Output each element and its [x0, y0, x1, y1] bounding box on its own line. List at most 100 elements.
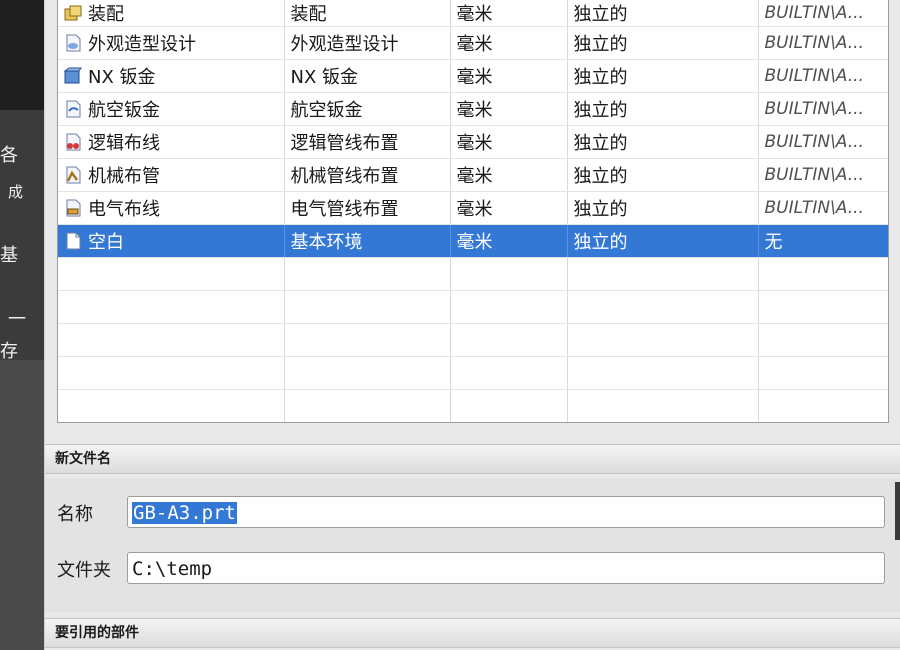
- empty-cell: [58, 323, 285, 357]
- empty-cell: [567, 257, 759, 291]
- background-text-2: 成: [8, 183, 24, 201]
- referenced-part-header-label: 要引用的部件: [55, 625, 139, 641]
- new-file-dialog: 装配 装配 毫米 独立的 BUILTIN\A... 外观造型设计 外观造型设计 毫米 独立的 BU…: [44, 0, 900, 650]
- template-name-cell-text: 逻辑布线: [88, 133, 160, 154]
- background-text-3: 基: [0, 245, 18, 266]
- background-text-4: 一: [8, 309, 26, 330]
- empty-row: [58, 389, 888, 422]
- template-name-cell-text: 装配: [88, 4, 124, 25]
- template-name-cell-text: 航空钣金: [88, 100, 160, 121]
- template-unit-cell: 毫米: [450, 26, 568, 60]
- new-filename-section-header[interactable]: 新文件名: [45, 444, 900, 474]
- template-relation-cell-text: 独立的: [573, 133, 628, 154]
- empty-cell: [758, 356, 888, 390]
- template-name-cell-text: 机械布管: [88, 166, 160, 187]
- template-name-cell: 机械布管: [58, 158, 285, 192]
- template-owner-cell: 无: [758, 224, 888, 258]
- empty-cell: [758, 257, 888, 291]
- template-relation-cell-text: 独立的: [573, 232, 628, 253]
- template-relation-cell: 独立的: [567, 26, 759, 60]
- template-type-cell: 外观造型设计: [284, 26, 451, 60]
- template-owner-cell: BUILTIN\A...: [758, 92, 888, 126]
- background-window-top: [0, 0, 44, 110]
- template-type-cell: 机械管线布置: [284, 158, 451, 192]
- empty-cell: [284, 356, 451, 390]
- empty-cell: [284, 323, 451, 357]
- template-relation-cell: 独立的: [567, 92, 759, 126]
- template-name-cell: 电气布线: [58, 191, 285, 225]
- template-owner-cell: BUILTIN\A...: [758, 125, 888, 159]
- template-type-cell-text: 电气管线布置: [290, 199, 399, 220]
- template-owner-cell-text: BUILTIN\A...: [764, 3, 864, 23]
- template-owner-cell-text: BUILTIN\A...: [764, 198, 864, 218]
- folder-field-value: C:\temp: [132, 558, 213, 580]
- table-row[interactable]: 电气布线 电气管线布置 毫米 独立的 BUILTIN\A...: [58, 191, 888, 225]
- table-row[interactable]: 外观造型设计 外观造型设计 毫米 独立的 BUILTIN\A...: [58, 26, 888, 60]
- template-type-cell: NX 钣金: [284, 59, 451, 93]
- background-window-bottom: [0, 360, 44, 650]
- template-name-cell-text: 外观造型设计: [88, 34, 196, 55]
- template-name-cell-text: 空白: [88, 232, 124, 253]
- table-row[interactable]: 机械布管 机械管线布置 毫米 独立的 BUILTIN\A...: [58, 158, 888, 192]
- template-relation-cell: 独立的: [567, 224, 759, 258]
- empty-cell: [284, 290, 451, 324]
- template-relation-cell: 独立的: [567, 125, 759, 159]
- template-name-cell-text: 电气布线: [88, 199, 160, 220]
- name-label: 名称: [57, 504, 93, 525]
- template-relation-cell-text: 独立的: [573, 34, 628, 55]
- template-type-cell: 逻辑管线布置: [284, 125, 451, 159]
- folder-field[interactable]: C:\temp: [127, 552, 885, 584]
- electrical-routing-icon: [62, 197, 84, 219]
- empty-row: [58, 257, 888, 291]
- table-row[interactable]: 空白 基本环境 毫米 独立的 无: [58, 224, 888, 258]
- empty-cell: [58, 356, 285, 390]
- background-window: 各 成 基 一 存: [0, 0, 44, 650]
- referenced-part-section-header[interactable]: 要引用的部件: [45, 618, 900, 648]
- template-type-cell: 装配: [284, 0, 451, 27]
- template-owner-cell: BUILTIN\A...: [758, 158, 888, 192]
- template-unit-cell: 毫米: [450, 191, 568, 225]
- new-filename-panel: 名称 GB-A3.prt 文件夹 C:\temp: [45, 478, 900, 612]
- empty-cell: [567, 290, 759, 324]
- empty-row: [58, 290, 888, 324]
- template-table[interactable]: 装配 装配 毫米 独立的 BUILTIN\A... 外观造型设计 外观造型设计 毫米 独立的 BU…: [57, 0, 889, 423]
- template-type-cell-text: NX 钣金: [290, 67, 359, 88]
- template-name-cell: NX 钣金: [58, 59, 285, 93]
- table-row[interactable]: NX 钣金 NX 钣金 毫米 独立的 BUILTIN\A...: [58, 59, 888, 93]
- empty-cell: [567, 323, 759, 357]
- template-unit-cell-text: 毫米: [456, 199, 493, 220]
- template-name-cell-text: NX 钣金: [88, 67, 156, 88]
- name-field[interactable]: GB-A3.prt: [127, 496, 885, 528]
- template-type-cell-text: 航空钣金: [290, 100, 363, 121]
- aero-sheet-metal-icon: [62, 98, 84, 120]
- empty-cell: [758, 290, 888, 324]
- new-filename-header-label: 新文件名: [55, 451, 111, 467]
- template-type-cell-text: 外观造型设计: [290, 34, 399, 55]
- template-unit-cell: 毫米: [450, 224, 568, 258]
- empty-cell: [450, 257, 568, 291]
- name-field-value: GB-A3.prt: [132, 502, 237, 524]
- mechanical-routing-icon: [62, 164, 84, 186]
- template-relation-cell: 独立的: [567, 191, 759, 225]
- empty-cell: [450, 323, 568, 357]
- folder-label: 文件夹: [57, 560, 111, 581]
- template-unit-cell-text: 毫米: [456, 166, 493, 187]
- template-type-cell: 电气管线布置: [284, 191, 451, 225]
- table-row[interactable]: 航空钣金 航空钣金 毫米 独立的 BUILTIN\A...: [58, 92, 888, 126]
- template-relation-cell: 独立的: [567, 158, 759, 192]
- table-row[interactable]: 装配 装配 毫米 独立的 BUILTIN\A...: [58, 0, 888, 27]
- empty-row: [58, 356, 888, 390]
- table-row[interactable]: 逻辑布线 逻辑管线布置 毫米 独立的 BUILTIN\A...: [58, 125, 888, 159]
- template-name-cell: 外观造型设计: [58, 26, 285, 60]
- empty-cell: [58, 257, 285, 291]
- template-relation-cell-text: 独立的: [573, 166, 628, 187]
- empty-cell: [284, 257, 451, 291]
- shape-studio-icon: [62, 32, 84, 54]
- template-unit-cell: 毫米: [450, 158, 568, 192]
- empty-row: [58, 323, 888, 357]
- logical-routing-icon: [62, 131, 84, 153]
- template-owner-cell-text: BUILTIN\A...: [764, 66, 864, 86]
- template-type-cell: 航空钣金: [284, 92, 451, 126]
- template-unit-cell-text: 毫米: [456, 67, 493, 88]
- empty-cell: [567, 389, 759, 422]
